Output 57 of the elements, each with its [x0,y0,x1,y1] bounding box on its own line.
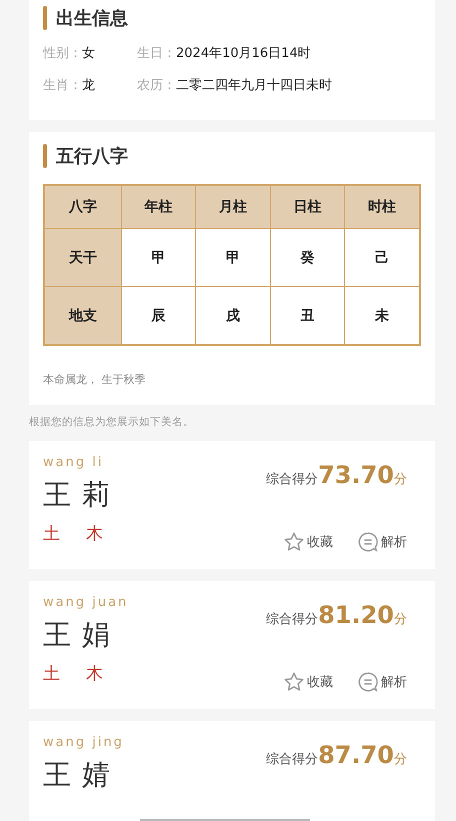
column-header: 年柱 [122,185,196,228]
column-header: 八字 [44,185,122,228]
score-value: 87.70 [318,741,394,769]
table-cell: 甲 [196,228,270,286]
element-text: 土 [43,523,60,545]
table-cell: 戌 [196,286,270,345]
field-value: 2024年10月16日14时 [176,45,311,62]
chat-icon [357,531,379,553]
score-label: 综合得分 [266,471,318,488]
score-unit: 分 [394,471,407,488]
score-label: 综合得分 [266,751,318,768]
score-label: 综合得分 [266,611,318,628]
field-label: 性别： [43,45,82,62]
element-text: 土 [43,663,60,685]
column-header: 日柱 [270,185,344,228]
favorite-button[interactable]: 收藏 [283,671,333,693]
row-header: 地支 [44,286,122,345]
column-header: 月柱 [196,185,270,228]
table-cell: 甲 [122,228,196,286]
field-label: 生肖： [43,77,82,94]
section-title: 出生信息 [56,7,128,30]
section-title: 五行八字 [56,145,128,168]
score-unit: 分 [394,751,407,768]
table-cell: 己 [344,228,420,286]
star-icon [283,671,305,693]
favorite-button[interactable]: 收藏 [283,531,333,553]
pinyin-text: wang jing [43,735,124,750]
chat-icon [357,671,379,693]
score-value: 81.20 [318,601,394,629]
intro-text: 根据您的信息为您展示如下美名。 [29,415,195,429]
analysis-button[interactable]: 解析 [357,671,407,693]
name-text: 王 莉 [43,477,111,513]
star-icon [283,531,305,553]
score-value: 73.70 [318,461,394,489]
pinyin-text: wang li [43,455,104,470]
name-card[interactable]: wang jing 王 婧 综合得分87.70分 [29,721,435,821]
field-value: 女 [82,45,95,62]
score-unit: 分 [394,611,407,628]
element-text: 木 [86,523,103,545]
table-cell: 癸 [270,228,344,286]
field-label: 生日： [137,45,176,62]
table-cell: 未 [344,286,420,345]
note-text: 本命属龙， 生于秋季 [43,372,146,387]
name-card[interactable]: wang li 王 莉 土 木 综合得分73.70分 收藏 解析 [29,441,435,569]
element-text: 木 [86,663,103,685]
name-text: 王 娟 [43,617,112,653]
analysis-button[interactable]: 解析 [357,531,407,553]
field-value: 二零二四年九月十四日未时 [176,77,332,94]
field-label: 农历： [137,77,176,94]
name-card[interactable]: wang juan 王 娟 土 木 综合得分81.20分 收藏 解析 [29,581,435,709]
name-text: 王 婧 [43,757,112,793]
pinyin-text: wang juan [43,595,128,610]
row-header: 天干 [44,228,122,286]
column-header: 时柱 [344,185,420,228]
table-cell: 辰 [122,286,196,345]
table-cell: 丑 [270,286,344,345]
field-value: 龙 [82,77,95,94]
